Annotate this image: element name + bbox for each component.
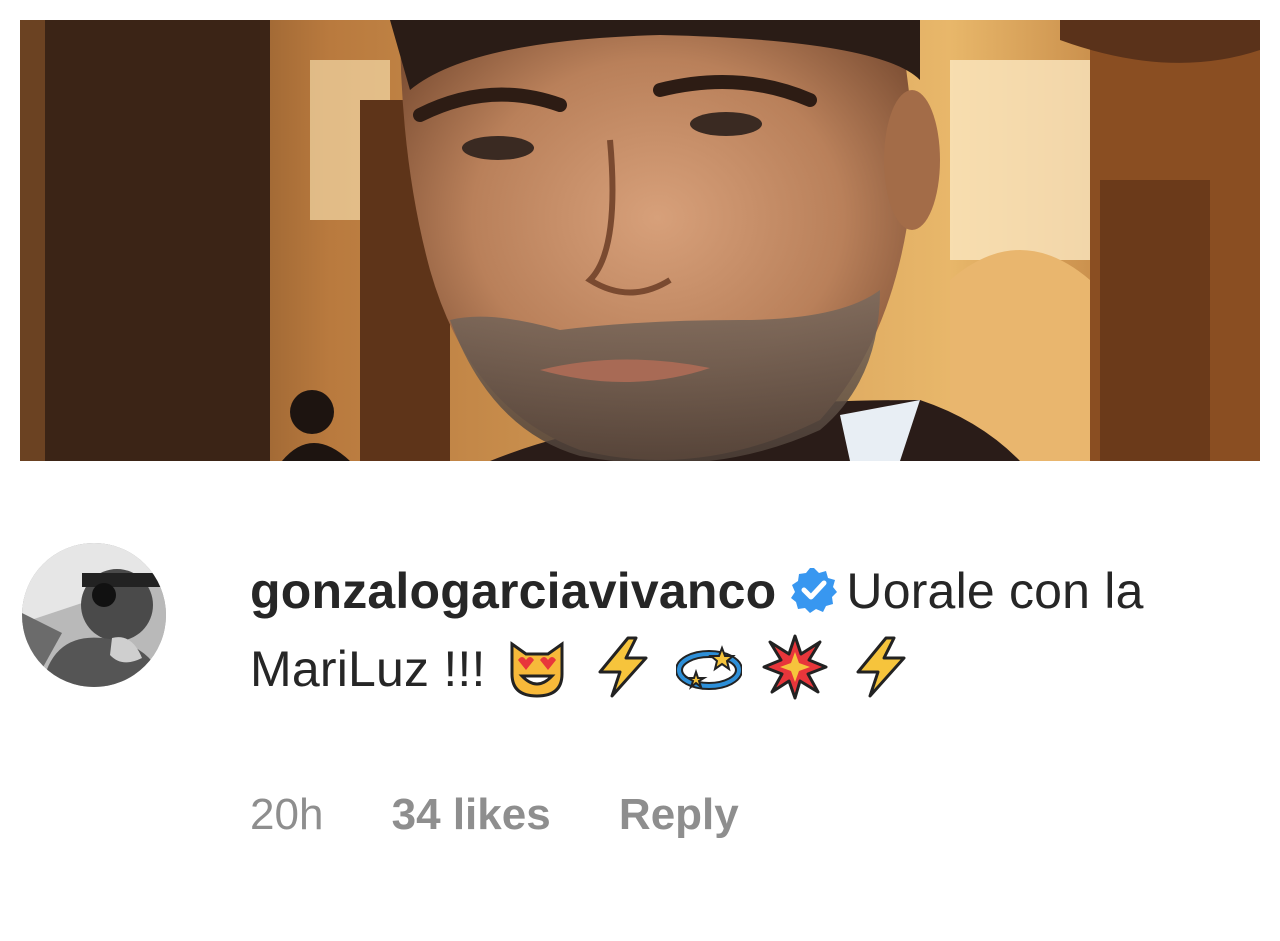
comment-timestamp[interactable]: 20h [250,790,323,840]
comment-likes[interactable]: 34 likes [392,790,551,840]
comment-username[interactable]: gonzalogarciavivanco [250,563,776,619]
dizzy-icon [675,634,742,700]
avatar[interactable] [22,543,166,687]
heart-eyes-cat-icon [504,634,570,700]
emoji-row [504,634,934,722]
collision-icon [762,634,828,700]
avatar-image [22,543,166,687]
post-photo [20,20,1260,461]
high-voltage-icon [590,634,656,700]
post-photo-image [20,20,1260,461]
reply-button[interactable]: Reply [619,790,739,840]
high-voltage-icon [848,634,914,700]
comment-meta: 20h 34 likes Reply [250,790,739,840]
comment: gonzalogarciavivanco Uorale con la MariL… [250,552,1270,722]
verified-badge-icon [790,566,838,614]
